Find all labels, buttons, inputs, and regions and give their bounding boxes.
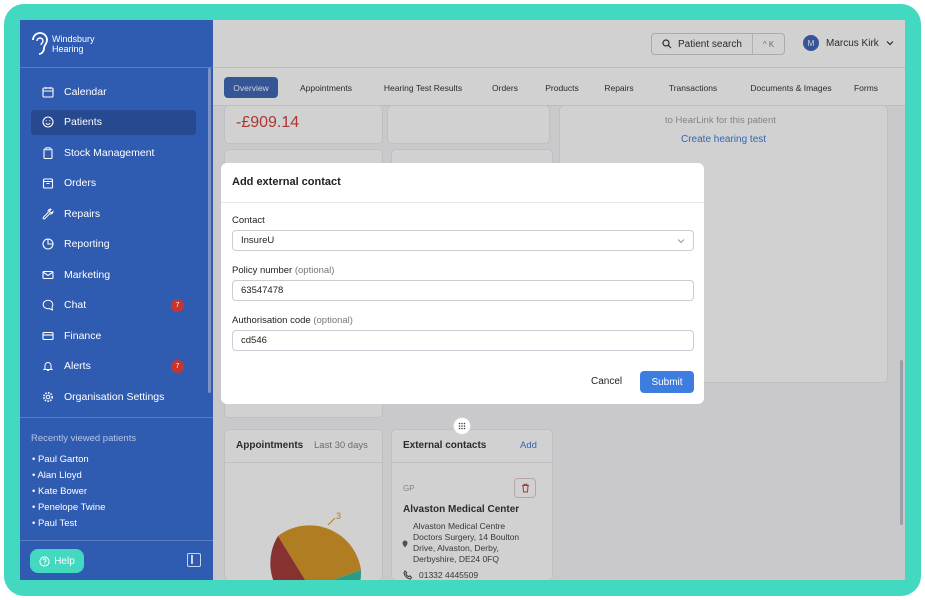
sidebar-item-patients[interactable]: Patients	[31, 109, 196, 135]
sidebar-item-label: Orders	[64, 177, 97, 189]
sidebar: Windsbury Hearing Calendar Patients Stoc…	[20, 20, 213, 580]
help-button[interactable]: Help	[30, 549, 84, 573]
policy-number-label: Policy number (optional)	[232, 265, 334, 276]
calendar-icon	[41, 85, 54, 98]
ear-logo-icon	[32, 32, 48, 55]
recent-patient-link[interactable]: • Paul Garton	[32, 452, 105, 468]
alerts-badge: 7	[171, 359, 184, 373]
help-label: Help	[54, 555, 75, 567]
sidebar-item-finance[interactable]: Finance	[31, 323, 196, 348]
sidebar-item-reporting[interactable]: Reporting	[31, 232, 196, 257]
sidebar-item-label: Reporting	[64, 238, 110, 250]
sidebar-item-alerts[interactable]: Alerts 7	[31, 354, 196, 379]
authorisation-code-label-text: Authorisation code	[232, 315, 311, 326]
authorisation-code-field[interactable]: cd546	[232, 330, 694, 351]
question-icon	[39, 555, 50, 567]
dialog-divider	[221, 202, 704, 203]
authorisation-code-value: cd546	[241, 335, 267, 346]
policy-number-label-text: Policy number	[232, 265, 293, 276]
add-external-contact-dialog: Add external contact Contact InsureU Pol…	[221, 163, 704, 404]
submit-button[interactable]: Submit	[640, 371, 694, 393]
app-window: Windsbury Hearing Calendar Patients Stoc…	[20, 20, 905, 580]
recent-patient-link[interactable]: • Kate Bower	[32, 484, 105, 500]
brand-line-1: Windsbury	[52, 34, 95, 44]
sidebar-item-calendar[interactable]: Calendar	[31, 79, 196, 104]
gear-icon	[41, 390, 54, 403]
policy-number-value: 63547478	[241, 285, 284, 296]
brand-line-2: Hearing	[52, 44, 84, 54]
smile-icon	[41, 116, 54, 129]
policy-number-field[interactable]: 63547478	[232, 280, 694, 301]
chat-badge: 7	[171, 298, 184, 312]
optional-hint: (optional)	[294, 265, 335, 276]
grid-dots-icon	[458, 422, 466, 430]
sidebar-item-label: Patients	[64, 116, 102, 128]
main-scrollbar[interactable]	[900, 360, 903, 525]
sidebar-item-label: Calendar	[64, 85, 107, 98]
contact-label: Contact	[232, 215, 265, 226]
bell-icon	[41, 360, 54, 373]
recent-patient-link[interactable]: • Penelope Twine	[32, 500, 105, 516]
recent-patients-list: • Paul Garton • Alan Lloyd • Kate Bower …	[32, 452, 105, 532]
contact-select-value: InsureU	[241, 235, 275, 246]
sidebar-item-label: Repairs	[64, 207, 101, 220]
recent-patient-link[interactable]: • Paul Test	[32, 516, 105, 532]
sidebar-item-label: Alerts	[64, 360, 91, 372]
sidebar-item-label: Organisation Settings	[64, 390, 165, 403]
dialog-title: Add external contact	[232, 176, 341, 188]
sidebar-item-marketing[interactable]: Marketing	[31, 262, 196, 287]
box-icon	[41, 177, 54, 190]
sidebar-item-organisation-settings[interactable]: Organisation Settings	[31, 384, 196, 409]
authorisation-code-label: Authorisation code (optional)	[232, 315, 353, 326]
chevron-down-icon	[677, 239, 685, 244]
cancel-button[interactable]: Cancel	[591, 376, 622, 387]
sidebar-item-label: Stock Management	[64, 146, 155, 159]
sidebar-divider	[20, 540, 213, 541]
sidebar-item-repairs[interactable]: Repairs	[31, 201, 196, 226]
sidebar-item-label: Finance	[64, 329, 102, 342]
sidebar-item-stock-management[interactable]: Stock Management	[31, 140, 196, 165]
recent-patient-link[interactable]: • Alan Lloyd	[32, 468, 105, 484]
recent-patients-title: Recently viewed patients	[31, 433, 137, 444]
sidebar-item-orders[interactable]: Orders	[31, 171, 196, 196]
sidebar-nav: Calendar Patients Stock Management Order…	[31, 79, 196, 415]
sidebar-scrollbar[interactable]	[208, 68, 211, 393]
wrench-icon	[41, 207, 54, 220]
sidebar-item-chat[interactable]: Chat 7	[31, 293, 196, 318]
logo[interactable]: Windsbury Hearing	[32, 32, 95, 56]
clipboard-icon	[41, 146, 54, 159]
collapse-sidebar-icon[interactable]	[187, 553, 201, 567]
drag-handle-icon[interactable]	[454, 418, 470, 434]
sidebar-divider	[20, 417, 213, 418]
optional-hint: (optional)	[313, 315, 353, 326]
chat-icon	[41, 299, 54, 312]
sidebar-item-label: Chat	[64, 299, 87, 311]
card-icon	[41, 329, 54, 342]
contact-select[interactable]: InsureU	[232, 230, 694, 251]
pie-chart-icon	[41, 238, 54, 251]
sidebar-divider	[20, 67, 213, 68]
sidebar-item-label: Marketing	[64, 268, 111, 281]
mail-icon	[41, 268, 54, 281]
